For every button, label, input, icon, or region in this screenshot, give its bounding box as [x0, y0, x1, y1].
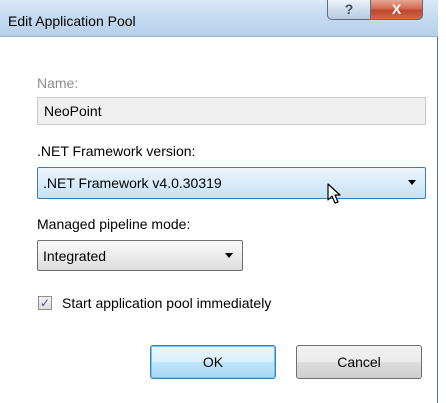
chevron-down-icon	[225, 253, 233, 258]
window-title: Edit Application Pool	[8, 13, 136, 29]
close-button[interactable]: X	[370, 0, 423, 20]
framework-version-value: .NET Framework v4.0.30319	[43, 175, 222, 191]
pipeline-mode-label: Managed pipeline mode:	[37, 216, 191, 232]
name-field[interactable]: NeoPoint	[37, 97, 426, 125]
start-immediately-checkbox[interactable]: ✓	[38, 296, 52, 310]
arrow-pointer-icon	[327, 183, 341, 204]
pipeline-mode-dropdown[interactable]: Integrated	[37, 240, 243, 271]
edit-application-pool-dialog: Edit Application Pool ? X Name: NeoPoint…	[0, 0, 438, 403]
ok-button[interactable]: OK	[150, 345, 276, 379]
help-button[interactable]: ?	[327, 0, 371, 20]
checkmark-icon: ✓	[40, 296, 51, 310]
title-bar[interactable]: Edit Application Pool ? X	[0, 0, 438, 37]
pipeline-mode-value: Integrated	[43, 248, 107, 264]
name-label: Name:	[37, 75, 79, 91]
framework-version-dropdown[interactable]: .NET Framework v4.0.30319	[37, 167, 426, 199]
chevron-down-icon	[408, 180, 416, 185]
start-immediately-label[interactable]: Start application pool immediately	[62, 295, 271, 311]
cancel-button[interactable]: Cancel	[296, 345, 422, 379]
help-icon: ?	[344, 1, 354, 17]
framework-version-label: .NET Framework version:	[37, 143, 196, 159]
close-icon: X	[391, 1, 402, 17]
